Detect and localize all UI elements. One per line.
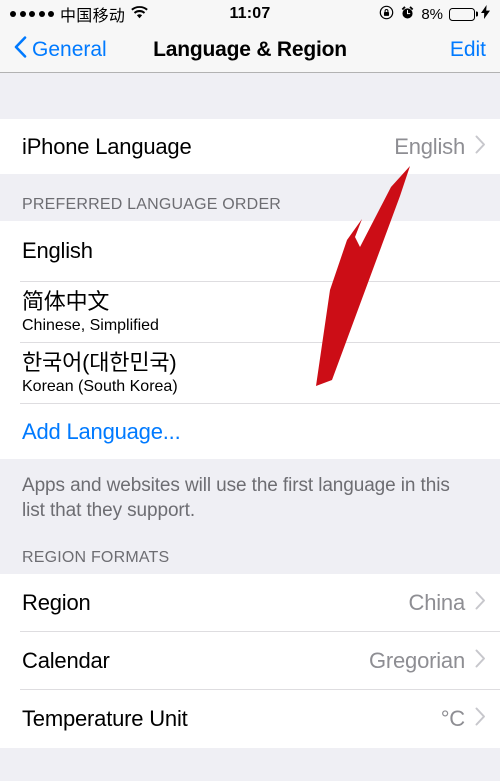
list-item-language-korean[interactable]: 한국어(대한민국) Korean (South Korea) [0,343,500,404]
language-secondary-label: Korean (South Korea) [22,377,178,395]
section-footer-preferred-language-order: Apps and websites will use the first lan… [0,459,500,524]
row-region-value: China [408,590,466,616]
alarm-clock-icon [400,5,415,24]
row-temperature-unit-right: °C [441,706,486,732]
language-secondary-label: Chinese, Simplified [22,316,159,334]
row-calendar-value: Gregorian [368,648,465,674]
row-temperature-unit-title: Temperature Unit [22,706,188,732]
battery-icon [449,7,475,21]
chevron-right-icon [475,135,486,159]
region-formats-group: Region China Calendar Gregorian Temperat… [0,574,500,749]
row-iphone-language[interactable]: iPhone Language English [0,119,500,174]
chevron-right-icon [475,649,486,673]
chevron-right-icon [475,591,486,615]
language-primary-label: 한국어(대한민국) [22,350,177,376]
status-bar: 中国移动 11:07 8% [0,0,500,28]
language-primary-label: English [22,238,93,264]
battery-percent-label: 8% [421,5,443,23]
list-item-language-chinese[interactable]: 简体中文 Chinese, Simplified [0,282,500,343]
row-iphone-language-title: iPhone Language [22,133,192,159]
section-header-region-formats: REGION FORMATS [0,523,500,575]
chevron-right-icon [475,707,486,731]
status-bar-right: 8% [379,5,490,24]
row-calendar-right: Gregorian [369,648,486,674]
add-language-button[interactable]: Add Language... [0,404,500,459]
page-title: Language & Region [153,38,347,61]
row-temperature-unit[interactable]: Temperature Unit °C [0,690,500,749]
navigation-bar: General Language & Region Edit [0,28,500,73]
iphone-language-group: iPhone Language English [0,119,500,174]
edit-button[interactable]: Edit [450,38,486,62]
row-region-right: China [409,590,486,616]
row-iphone-language-right: English [394,134,486,160]
row-calendar-title: Calendar [22,648,110,674]
row-iphone-language-value: English [394,133,465,159]
preferred-language-group: English 简体中文 Chinese, Simplified 한국어(대한민… [0,221,500,459]
spacer-top [0,73,500,119]
row-region-title: Region [22,590,91,616]
lightning-bolt-icon [481,5,490,23]
iphone-settings-screen: 中国移动 11:07 8% General Language & Region … [0,0,500,781]
language-primary-label: 简体中文 [22,289,110,315]
section-header-preferred-language-order: PREFERRED LANGUAGE ORDER [0,174,500,221]
rotation-lock-icon [379,5,394,24]
row-temperature-unit-value: °C [440,706,465,732]
row-calendar[interactable]: Calendar Gregorian [0,632,500,691]
add-language-label: Add Language... [22,418,181,444]
list-item-language-english[interactable]: English [0,221,500,282]
row-region[interactable]: Region China [0,574,500,633]
